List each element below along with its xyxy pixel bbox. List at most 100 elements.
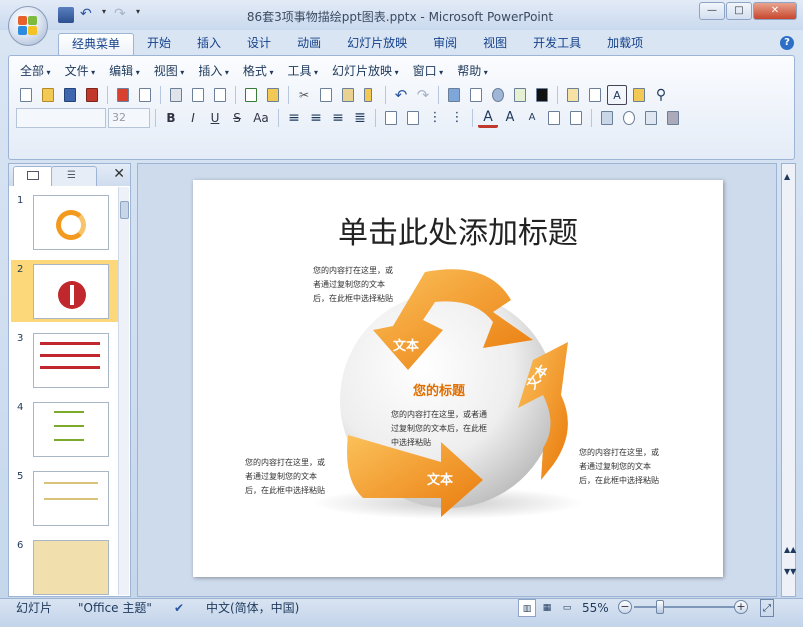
maximize-button[interactable]: □ bbox=[726, 2, 752, 20]
text-direction-icon[interactable] bbox=[403, 108, 423, 128]
help-icon[interactable]: ? bbox=[780, 36, 794, 50]
close-button[interactable]: ✕ bbox=[753, 2, 797, 20]
paste-icon[interactable] bbox=[338, 85, 358, 105]
redo-icon[interactable]: ↷ bbox=[413, 85, 433, 105]
close-pane-icon[interactable]: ✕ bbox=[113, 166, 125, 182]
align-center-icon[interactable]: ≡ bbox=[306, 108, 326, 128]
zoom-slider[interactable] bbox=[634, 606, 738, 608]
tab-insert[interactable]: 插入 bbox=[184, 33, 234, 55]
table-icon[interactable] bbox=[466, 85, 486, 105]
menu-all[interactable]: 全部 bbox=[17, 62, 62, 80]
undo-dropdown-icon[interactable]: ▾ bbox=[102, 7, 108, 23]
slides-pane-scrollbar[interactable] bbox=[118, 187, 129, 595]
minimize-button[interactable]: — bbox=[699, 2, 725, 20]
new-slide-icon[interactable] bbox=[563, 85, 583, 105]
research-icon[interactable] bbox=[263, 85, 283, 105]
slide-thumbnail-1[interactable]: 1 bbox=[11, 191, 118, 253]
change-case-button[interactable]: Aa bbox=[249, 108, 273, 128]
zoom-level[interactable]: 55% bbox=[582, 599, 609, 617]
slide-thumbnail-6[interactable]: 6 bbox=[11, 536, 118, 596]
shrink-font-icon[interactable]: A bbox=[522, 108, 542, 128]
tab-outline[interactable]: ☰ bbox=[51, 166, 97, 186]
menu-file[interactable]: 文件 bbox=[62, 62, 107, 80]
spell-check-icon[interactable]: ✔ bbox=[174, 599, 184, 617]
status-language[interactable]: 中文(简体，中国) bbox=[206, 599, 299, 617]
numbering-icon[interactable]: ⋮ bbox=[425, 108, 445, 128]
previous-slide-icon[interactable]: ▲▲ bbox=[784, 546, 796, 554]
slide-thumbnail-3[interactable]: 3 bbox=[11, 329, 118, 391]
tab-slides[interactable] bbox=[13, 166, 53, 186]
increase-indent-icon[interactable] bbox=[566, 108, 586, 128]
scrollbar-thumb[interactable] bbox=[120, 201, 129, 219]
clip-art-icon[interactable] bbox=[488, 85, 508, 105]
menu-help[interactable]: 帮助 bbox=[454, 62, 499, 80]
share-icon[interactable] bbox=[135, 85, 155, 105]
save-as-pdf-icon[interactable] bbox=[82, 85, 102, 105]
tab-design[interactable]: 设计 bbox=[234, 33, 284, 55]
slide-thumbnail-5[interactable]: 5 bbox=[11, 467, 118, 529]
layout-icon[interactable] bbox=[585, 85, 605, 105]
align-right-icon[interactable]: ≡ bbox=[328, 108, 348, 128]
menu-edit[interactable]: 编辑 bbox=[106, 62, 151, 80]
tab-view[interactable]: 视图 bbox=[470, 33, 520, 55]
slide-scrollbar[interactable]: ▲ ▲▲ ▼▼ bbox=[781, 163, 796, 597]
save-icon[interactable] bbox=[60, 85, 80, 105]
grow-font-icon[interactable]: A bbox=[500, 108, 520, 128]
font-name-box[interactable] bbox=[16, 108, 106, 128]
chart-icon[interactable] bbox=[444, 85, 464, 105]
redo-icon[interactable]: ↷ bbox=[114, 7, 130, 23]
arrange-icon[interactable] bbox=[597, 108, 617, 128]
print-icon[interactable] bbox=[166, 85, 186, 105]
office-button[interactable] bbox=[8, 6, 48, 46]
tab-developer[interactable]: 开发工具 bbox=[520, 33, 594, 55]
next-slide-icon[interactable]: ▼▼ bbox=[784, 568, 796, 576]
status-theme[interactable]: "Office 主题" bbox=[78, 599, 152, 617]
fit-to-window-icon[interactable]: ⤢ bbox=[760, 599, 774, 617]
tab-add-ins[interactable]: 加载项 bbox=[594, 33, 656, 55]
zoom-out-icon[interactable]: − bbox=[618, 600, 632, 614]
cut-icon[interactable]: ✂ bbox=[294, 85, 314, 105]
copy-icon[interactable] bbox=[316, 85, 336, 105]
slide-show-icon[interactable]: ▭ bbox=[558, 599, 576, 617]
zoom-in-icon[interactable]: + bbox=[734, 600, 748, 614]
tab-animations[interactable]: 动画 bbox=[284, 33, 334, 55]
tab-slide-show[interactable]: 幻灯片放映 bbox=[334, 33, 420, 55]
font-color-icon[interactable]: A bbox=[478, 108, 498, 128]
strikethrough-button[interactable]: S bbox=[227, 108, 247, 128]
font-size-box[interactable]: 32 bbox=[108, 108, 150, 128]
italic-button[interactable]: I bbox=[183, 108, 203, 128]
slide-thumbnail-4[interactable]: 4 bbox=[11, 398, 118, 460]
menu-view[interactable]: 视图 bbox=[151, 62, 196, 80]
menu-insert[interactable]: 插入 bbox=[195, 62, 240, 80]
format-painter-icon[interactable] bbox=[360, 85, 380, 105]
align-left-icon[interactable]: ≡ bbox=[284, 108, 304, 128]
folder-icon[interactable] bbox=[629, 85, 649, 105]
fill-color-icon[interactable] bbox=[532, 85, 552, 105]
new-icon[interactable] bbox=[16, 85, 36, 105]
columns-icon[interactable] bbox=[381, 108, 401, 128]
customize-qat-icon[interactable]: ▾ bbox=[136, 7, 144, 23]
justify-icon[interactable]: ≣ bbox=[350, 108, 370, 128]
decrease-indent-icon[interactable] bbox=[544, 108, 564, 128]
text-box-icon[interactable]: A bbox=[607, 85, 627, 105]
shape-fill-icon[interactable] bbox=[663, 108, 683, 128]
menu-window[interactable]: 窗口 bbox=[410, 62, 455, 80]
slide[interactable]: 单击此处添加标题 您的内容打在这里，或 者通过复制您的文本 后，在此框中选择粘贴… bbox=[193, 180, 723, 577]
bold-button[interactable]: B bbox=[161, 108, 181, 128]
menu-format[interactable]: 格式 bbox=[240, 62, 285, 80]
page-icon[interactable] bbox=[210, 85, 230, 105]
underline-button[interactable]: U bbox=[205, 108, 225, 128]
undo-icon[interactable]: ↶ bbox=[391, 85, 411, 105]
menu-tools[interactable]: 工具 bbox=[284, 62, 329, 80]
zoom-slider-thumb[interactable] bbox=[656, 600, 664, 614]
scroll-up-icon[interactable]: ▲ bbox=[784, 172, 790, 181]
spelling-icon[interactable] bbox=[241, 85, 261, 105]
quick-styles-icon[interactable] bbox=[641, 108, 661, 128]
menu-slide-show[interactable]: 幻灯片放映 bbox=[329, 62, 410, 80]
slide-thumbnail-2[interactable]: 2 bbox=[11, 260, 118, 322]
picture-icon[interactable] bbox=[510, 85, 530, 105]
find-icon[interactable]: ⚲ bbox=[651, 85, 671, 105]
shapes-icon[interactable] bbox=[619, 108, 639, 128]
save-icon[interactable] bbox=[58, 7, 74, 23]
print-preview-icon[interactable] bbox=[188, 85, 208, 105]
